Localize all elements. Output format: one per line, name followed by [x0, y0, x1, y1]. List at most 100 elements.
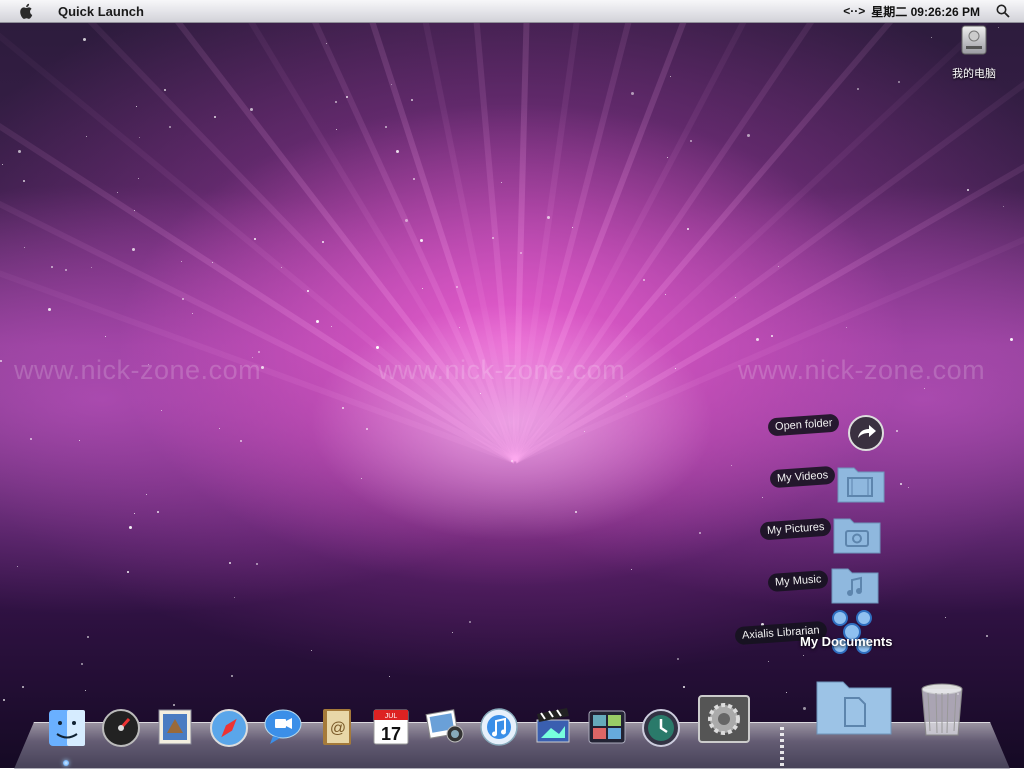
spaces-icon[interactable]	[587, 707, 627, 747]
star	[83, 38, 86, 41]
star	[778, 266, 779, 267]
star	[134, 513, 135, 514]
star	[79, 440, 80, 441]
star	[105, 336, 106, 337]
star	[626, 396, 627, 397]
star	[0, 360, 2, 362]
star	[307, 290, 309, 292]
star	[931, 37, 932, 38]
star	[336, 129, 337, 130]
star	[501, 182, 502, 183]
dashboard-icon[interactable]	[101, 708, 141, 748]
star	[169, 126, 171, 128]
star	[240, 440, 242, 442]
star	[452, 632, 453, 633]
star	[281, 267, 282, 268]
star	[366, 428, 368, 430]
star	[631, 569, 632, 570]
watermark: www.nick-zone.com	[738, 355, 985, 386]
star	[250, 108, 253, 111]
star	[690, 140, 692, 142]
star	[422, 288, 423, 289]
star	[157, 511, 159, 513]
time-machine-icon[interactable]	[641, 708, 681, 748]
star	[762, 497, 763, 498]
star	[898, 81, 900, 83]
imovie-icon[interactable]	[533, 706, 573, 746]
dock-separator	[780, 724, 784, 766]
pictures-folder-icon[interactable]	[832, 513, 882, 555]
star	[480, 393, 481, 394]
star	[846, 327, 847, 328]
star	[771, 335, 773, 337]
star	[405, 219, 408, 222]
menu-bar: Quick Launch <··> 星期二 09:26:26 PM	[0, 0, 1024, 23]
star	[134, 210, 135, 211]
star	[391, 84, 392, 85]
iphoto-icon[interactable]	[425, 706, 465, 746]
star	[389, 676, 390, 677]
star	[22, 686, 24, 688]
star	[136, 106, 137, 107]
star	[361, 478, 362, 479]
ichat-icon[interactable]	[263, 706, 303, 746]
star	[945, 617, 946, 618]
star	[900, 483, 902, 485]
running-indicator	[63, 760, 69, 766]
star	[51, 266, 53, 268]
finder-icon[interactable]	[47, 708, 87, 748]
star	[756, 338, 759, 341]
star	[192, 313, 193, 314]
clock[interactable]: 星期二 09:26:26 PM	[871, 3, 980, 20]
app-title[interactable]: Quick Launch	[58, 4, 144, 19]
documents-folder-icon[interactable]	[815, 676, 893, 736]
star	[665, 294, 666, 295]
star	[575, 511, 577, 513]
system-preferences-icon[interactable]	[697, 694, 751, 744]
trash-icon[interactable]	[918, 681, 966, 739]
address-book-icon[interactable]: @	[317, 707, 357, 747]
star	[229, 562, 231, 564]
video-folder-icon[interactable]	[836, 462, 886, 504]
star	[219, 428, 220, 429]
music-folder-icon[interactable]	[830, 563, 880, 605]
star	[735, 297, 736, 298]
desktop-icon-label: 我的电脑	[946, 65, 1002, 81]
ical-icon[interactable]: JUL 17	[371, 707, 411, 747]
star	[3, 699, 5, 701]
apple-icon[interactable]	[18, 2, 36, 20]
star	[768, 661, 769, 662]
star	[967, 189, 969, 191]
star	[511, 460, 513, 462]
star	[584, 431, 585, 432]
star	[231, 675, 233, 677]
librarian-icon[interactable]	[826, 606, 878, 658]
star	[675, 368, 676, 369]
star	[1003, 206, 1004, 207]
mail-icon[interactable]	[155, 707, 195, 747]
network-icon[interactable]: <··>	[843, 4, 865, 18]
star	[643, 279, 645, 281]
stack-title: My Documents	[800, 634, 892, 649]
star	[1010, 338, 1013, 341]
star	[385, 126, 387, 128]
ical-day: 17	[381, 724, 401, 744]
star	[2, 164, 3, 165]
star	[30, 438, 32, 440]
safari-icon[interactable]	[209, 708, 249, 748]
star	[81, 663, 83, 665]
star	[857, 88, 859, 90]
star	[342, 407, 344, 409]
star	[48, 308, 51, 311]
arrow-icon[interactable]	[847, 414, 885, 452]
itunes-icon[interactable]	[479, 707, 519, 747]
star	[129, 526, 132, 529]
star	[234, 597, 235, 598]
star	[896, 430, 898, 432]
star	[182, 298, 184, 300]
star	[908, 487, 909, 488]
star	[127, 571, 129, 573]
desktop-icon-computer[interactable]: 我的电脑	[946, 24, 1002, 81]
ical-month: JUL	[385, 713, 398, 720]
search-icon[interactable]	[996, 4, 1010, 18]
